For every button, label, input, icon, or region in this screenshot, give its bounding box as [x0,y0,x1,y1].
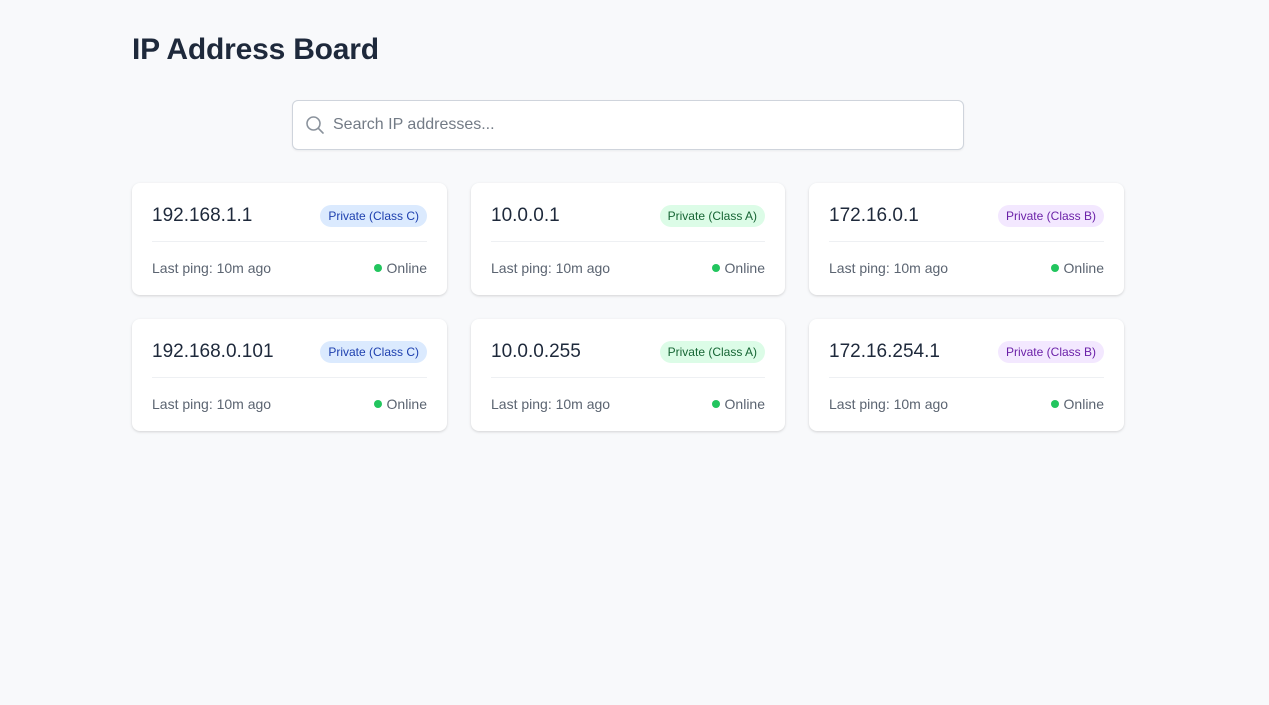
status-indicator: Online [373,260,427,276]
status-label: Online [724,396,765,412]
ip-card[interactable]: 192.168.1.1 Private (Class C) Last ping:… [132,183,447,295]
card-footer: Last ping: 10m ago Online [829,378,1104,430]
card-footer: Last ping: 10m ago Online [829,242,1104,294]
status-indicator: Online [373,396,427,412]
page-title: IP Address Board [132,33,379,66]
online-dot-icon [373,400,382,408]
card-footer: Last ping: 10m ago Online [491,242,765,294]
status-indicator: Online [1050,396,1104,412]
status-indicator: Online [1050,260,1104,276]
card-footer: Last ping: 10m ago Online [152,378,427,430]
online-dot-icon [711,400,720,408]
page: IP Address Board 192.168.1.1 Private (Cl… [0,0,1269,705]
search-icon [306,116,324,134]
last-ping: Last ping: 10m ago [152,260,272,276]
ip-address: 10.0.0.255 [491,341,581,362]
card-footer: Last ping: 10m ago Online [152,242,427,294]
status-label: Online [1063,260,1104,276]
class-badge: Private (Class A) [659,341,765,363]
ip-address: 192.168.1.1 [152,205,253,226]
online-dot-icon [1050,264,1059,272]
ip-address: 172.16.254.1 [829,341,940,362]
search-input[interactable] [333,101,953,149]
search-bar[interactable] [292,100,964,150]
last-ping: Last ping: 10m ago [829,260,949,276]
ip-card[interactable]: 10.0.0.1 Private (Class A) Last ping: 10… [471,183,785,295]
class-badge: Private (Class A) [659,205,765,227]
status-indicator: Online [711,260,765,276]
ip-card-grid: 192.168.1.1 Private (Class C) Last ping:… [132,183,1124,431]
card-footer: Last ping: 10m ago Online [491,378,765,430]
card-header: 192.168.0.101 Private (Class C) [152,319,427,378]
status-label: Online [724,260,765,276]
online-dot-icon [711,264,720,272]
ip-card[interactable]: 10.0.0.255 Private (Class A) Last ping: … [471,319,785,431]
ip-card[interactable]: 192.168.0.101 Private (Class C) Last pin… [132,319,447,431]
ip-card[interactable]: 172.16.254.1 Private (Class B) Last ping… [809,319,1124,431]
last-ping: Last ping: 10m ago [152,396,272,412]
card-header: 192.168.1.1 Private (Class C) [152,183,427,242]
ip-card[interactable]: 172.16.0.1 Private (Class B) Last ping: … [809,183,1124,295]
class-badge: Private (Class B) [997,205,1104,227]
class-badge: Private (Class C) [320,205,427,227]
class-badge: Private (Class B) [997,341,1104,363]
class-badge: Private (Class C) [320,341,427,363]
status-label: Online [1063,396,1104,412]
status-indicator: Online [711,396,765,412]
online-dot-icon [373,264,382,272]
card-header: 10.0.0.255 Private (Class A) [491,319,765,378]
card-header: 172.16.254.1 Private (Class B) [829,319,1104,378]
online-dot-icon [1050,400,1059,408]
last-ping: Last ping: 10m ago [491,396,611,412]
status-label: Online [386,396,427,412]
card-header: 172.16.0.1 Private (Class B) [829,183,1104,242]
last-ping: Last ping: 10m ago [829,396,949,412]
ip-address: 172.16.0.1 [829,205,919,226]
status-label: Online [386,260,427,276]
last-ping: Last ping: 10m ago [491,260,611,276]
ip-address: 10.0.0.1 [491,205,560,226]
card-header: 10.0.0.1 Private (Class A) [491,183,765,242]
ip-address: 192.168.0.101 [152,341,274,362]
